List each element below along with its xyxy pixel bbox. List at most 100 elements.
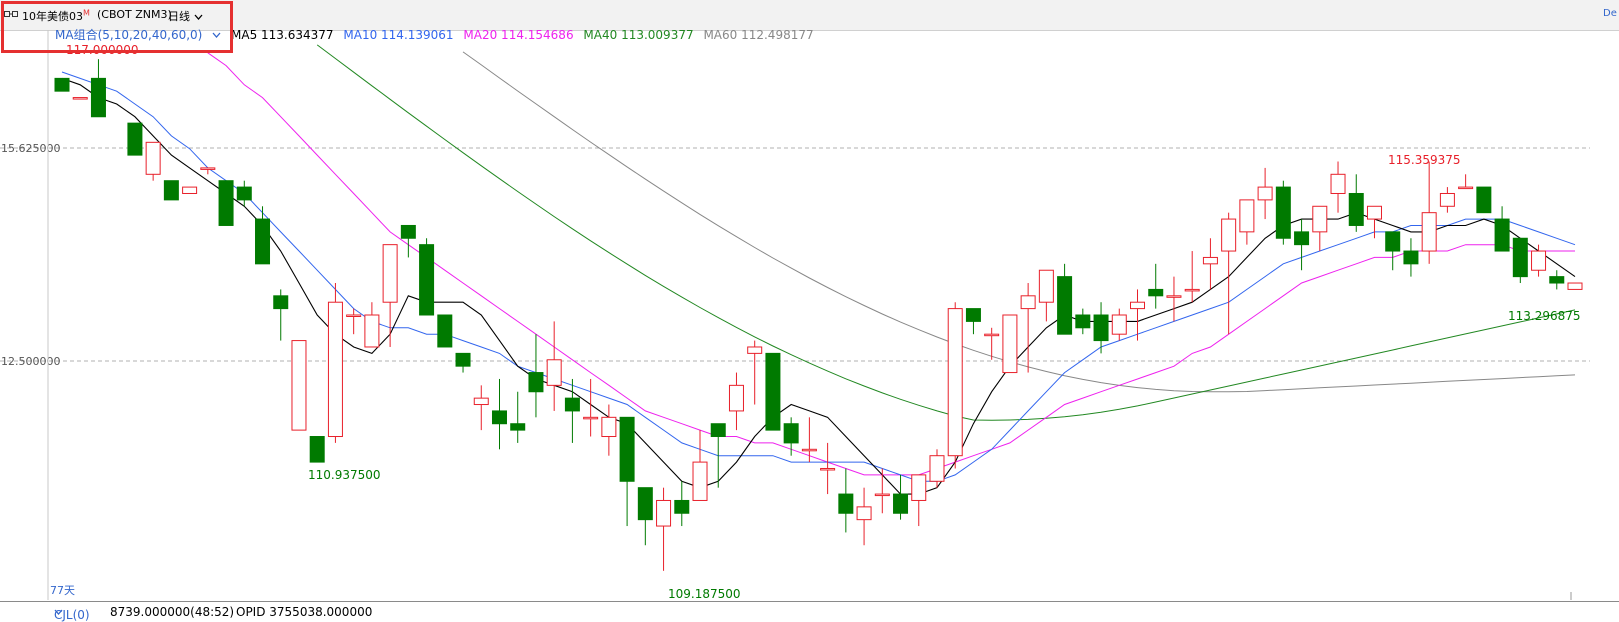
candle <box>419 238 435 316</box>
ma-group-label[interactable]: MA组合(5,10,20,40,60,0) <box>55 28 225 42</box>
candles <box>54 59 1583 571</box>
candle-body <box>1239 199 1255 233</box>
candle-body <box>728 384 744 412</box>
candle <box>1494 206 1510 252</box>
candle-body <box>1476 186 1492 214</box>
ma60-path <box>462 51 1576 393</box>
candle <box>163 180 179 201</box>
candle <box>893 474 909 520</box>
candle-body <box>182 186 198 194</box>
candle-body <box>637 487 653 521</box>
chevron-down-icon <box>212 32 221 38</box>
candle <box>801 417 817 463</box>
candle-body <box>546 359 562 386</box>
candle-body <box>419 244 435 316</box>
candle <box>765 352 781 431</box>
candle <box>1221 212 1237 335</box>
candle <box>947 302 963 469</box>
annotation-top-high: 117.000000 <box>66 43 139 57</box>
candle <box>491 378 507 450</box>
candle <box>327 283 343 443</box>
candle-body <box>1221 218 1237 252</box>
candle-body <box>674 499 690 514</box>
annotation-low-right: 113.296875 <box>1508 309 1581 323</box>
candle <box>309 436 325 463</box>
annotation-low-2: 109.187500 <box>668 587 741 601</box>
opid-value: OPID 3755038.000000 <box>236 605 373 619</box>
candle <box>1294 219 1310 271</box>
candle <box>1458 174 1474 190</box>
candle-body <box>236 186 252 201</box>
candle-body <box>564 397 580 412</box>
candle-body <box>1366 205 1382 220</box>
ma60-legend: MA60 112.498177 <box>703 28 814 42</box>
candle-body <box>619 416 635 482</box>
ma5-line <box>61 77 1576 495</box>
candle <box>1476 186 1492 214</box>
annotation-high-right: 115.359375 <box>1388 153 1461 167</box>
candle <box>72 97 88 100</box>
candle-body <box>1403 250 1419 265</box>
candle-body <box>783 423 799 444</box>
candle <box>1403 238 1419 277</box>
candle <box>1202 238 1218 290</box>
candle <box>637 487 653 546</box>
candle <box>1312 205 1328 252</box>
candle-body <box>1421 212 1437 252</box>
candle <box>783 417 799 456</box>
candle <box>1111 308 1127 341</box>
candle <box>1439 187 1455 213</box>
candle-body <box>929 455 945 482</box>
candle <box>291 340 307 431</box>
ma40-legend: MA40 113.009377 <box>583 28 694 42</box>
candle <box>747 340 763 405</box>
candle-body <box>1148 288 1164 297</box>
candle <box>382 244 398 347</box>
candle <box>728 372 744 431</box>
candle <box>54 77 70 92</box>
candle-body <box>1075 314 1091 329</box>
candle-body <box>856 506 872 521</box>
candle-body <box>1166 295 1182 298</box>
ma60-line <box>462 51 1576 393</box>
candle-body <box>692 461 708 501</box>
candle-body <box>127 122 143 156</box>
ma-legend[interactable]: MA组合(5,10,20,40,60,0) MA5 113.634377 MA1… <box>55 26 820 42</box>
candle <box>145 141 161 181</box>
candle <box>1002 314 1018 374</box>
candle-body <box>893 493 909 514</box>
candle-body <box>163 180 179 201</box>
candle <box>1075 308 1091 335</box>
candle-body <box>1257 186 1273 201</box>
candle <box>255 206 271 265</box>
candle-body <box>400 224 416 239</box>
candle <box>437 314 453 348</box>
candle <box>510 391 526 443</box>
candle-body <box>437 314 453 348</box>
candle-body <box>710 423 726 438</box>
candle-body <box>1038 269 1054 303</box>
candle <box>90 59 106 118</box>
candle <box>564 378 580 443</box>
candle-body <box>382 244 398 303</box>
candle-body <box>1348 192 1364 226</box>
candle-body <box>765 352 781 431</box>
days-count-label: 77天 <box>50 584 75 597</box>
candle <box>674 481 690 527</box>
candle-body <box>965 308 981 322</box>
candle <box>273 289 289 341</box>
candle-body <box>1549 276 1565 284</box>
candle <box>218 180 234 226</box>
candle-body <box>90 77 106 118</box>
candle-body <box>1385 231 1401 252</box>
candle-body <box>309 436 325 463</box>
candle <box>182 186 198 194</box>
candle-body <box>838 493 854 514</box>
volume-indicator-select[interactable]: CJL(0) <box>54 605 90 622</box>
candle-body <box>801 448 817 452</box>
candle-body <box>1494 218 1510 252</box>
candle-body <box>656 499 672 527</box>
candle-body <box>473 397 489 406</box>
candle-body <box>291 340 307 431</box>
candle <box>528 334 544 418</box>
